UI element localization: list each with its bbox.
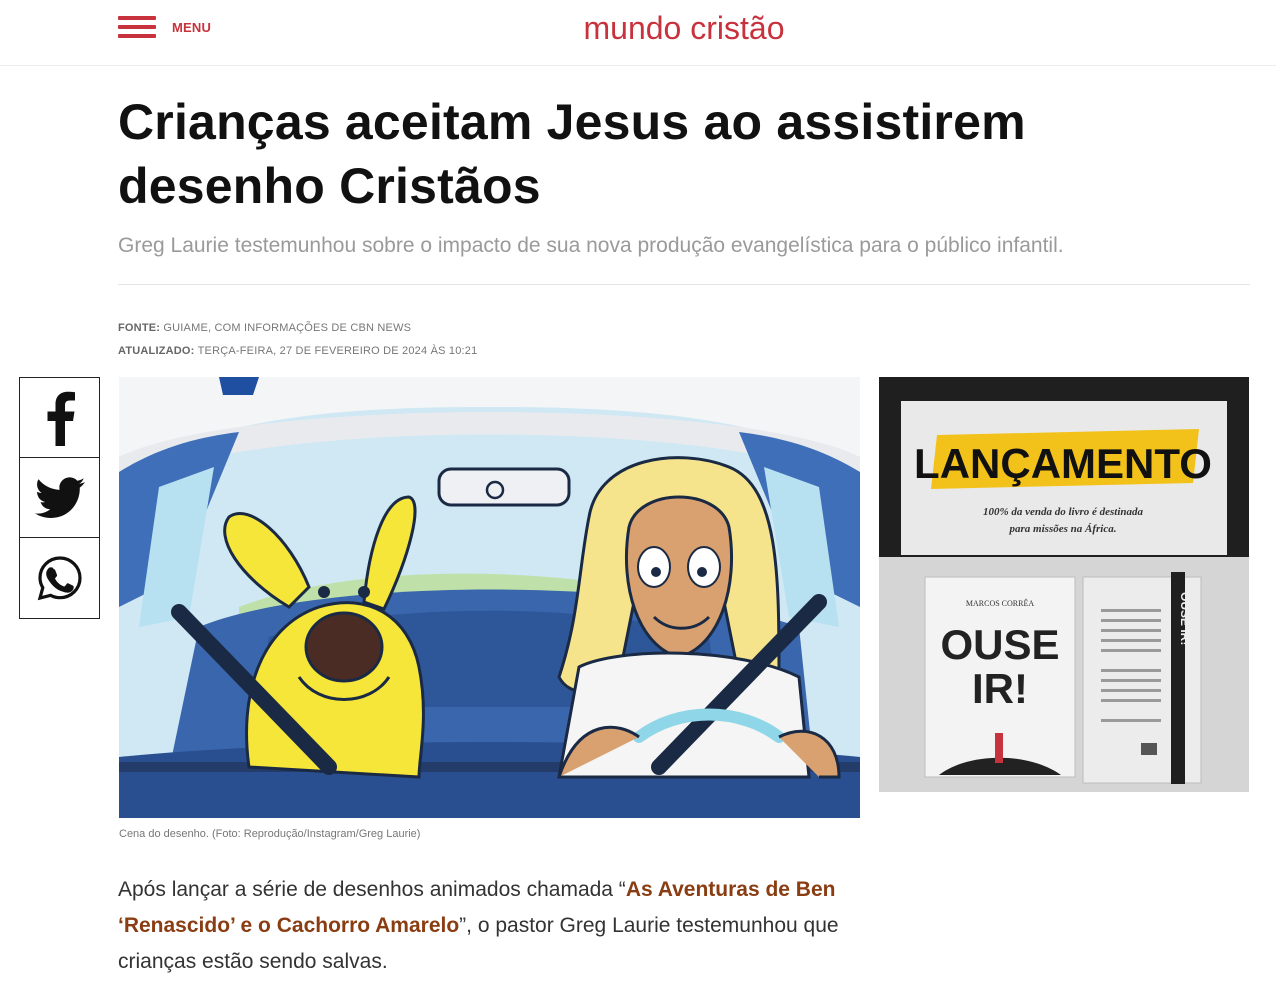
whatsapp-share-button[interactable] (20, 538, 99, 618)
book-spine-title: OUSE IR! (1178, 592, 1192, 645)
article-source: FONTE: GUIAME, COM INFORMAÇÕES DE CBN NE… (118, 322, 411, 334)
article-subtitle: Greg Laurie testemunhou sobre o impacto … (118, 234, 1064, 257)
source-label: FONTE: (118, 322, 161, 334)
article-body: Após lançar a série de desenhos animados… (118, 872, 868, 980)
ad-headline: LANÇAMENTO (914, 440, 1212, 487)
book-advertisement[interactable]: LANÇAMENTO 100% da venda do livro é dest… (879, 377, 1249, 792)
article-updated: ATUALIZADO: TERÇA-FEIRA, 27 DE FEVEREIRO… (118, 345, 477, 357)
twitter-share-button[interactable] (20, 458, 99, 538)
updated-label: ATUALIZADO: (118, 345, 195, 357)
ad-tagline-1: 100% da venda do livro é destinada (983, 506, 1144, 518)
image-caption: Cena do desenho. (Foto: Reprodução/Insta… (119, 828, 421, 840)
facebook-icon (47, 391, 75, 446)
article-title: Crianças aceitam Jesus ao assistirem des… (118, 94, 1026, 214)
twitter-icon (34, 476, 85, 518)
ad-tagline-2: para missões na África. (1009, 523, 1117, 535)
book-title-line-1: OUSE (940, 621, 1059, 668)
article-body-intro: Após lançar a série de desenhos animados… (118, 878, 626, 901)
share-bar (19, 377, 100, 619)
book-author: MARCOS CORRÊA (966, 598, 1034, 608)
top-navigation-bar: MENU mundo cristão (0, 0, 1276, 66)
whatsapp-icon (37, 556, 82, 601)
updated-value: TERÇA-FEIRA, 27 DE FEVEREIRO DE 2024 ÀS … (197, 345, 478, 357)
cartoon-car-scene-image (119, 377, 860, 818)
source-value: GUIAME, COM INFORMAÇÕES DE CBN NEWS (163, 322, 412, 334)
ouse-ir-book-ad-graphic: LANÇAMENTO 100% da venda do livro é dest… (879, 377, 1249, 792)
facebook-share-button[interactable] (20, 378, 99, 458)
article-hero-image (119, 377, 860, 818)
header-divider (118, 284, 1250, 285)
site-logo[interactable]: mundo cristão (0, 10, 1276, 47)
book-title-line-2: IR! (972, 665, 1028, 712)
